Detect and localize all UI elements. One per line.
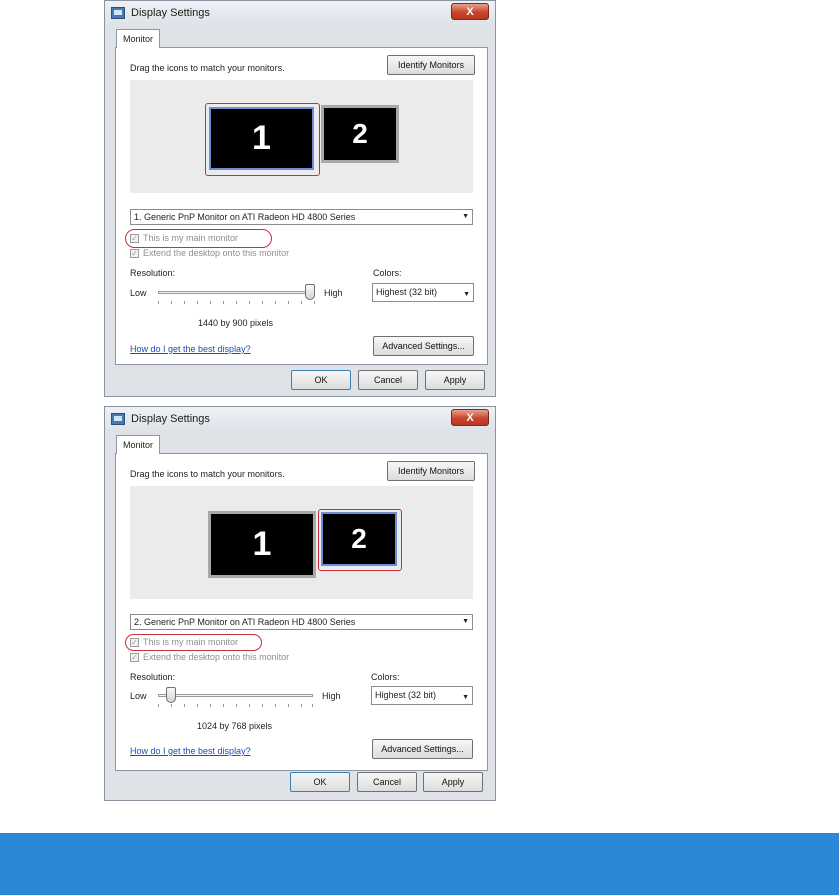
- resolution-slider-ticks: [158, 301, 315, 305]
- monitor-tab-panel: Drag the icons to match your monitors. I…: [115, 47, 488, 365]
- colors-select[interactable]: Highest (32 bit) ▼: [371, 686, 473, 705]
- colors-select-value: Highest (32 bit): [376, 287, 438, 297]
- footer-bar: [0, 833, 839, 895]
- ok-button[interactable]: OK: [290, 772, 350, 792]
- monitor-2-icon[interactable]: 2: [321, 105, 399, 163]
- colors-select-value: Highest (32 bit): [375, 690, 437, 700]
- best-display-help-link[interactable]: How do I get the best display?: [130, 746, 251, 756]
- main-monitor-checkbox[interactable]: ✓: [130, 234, 139, 243]
- extend-desktop-label: Extend the desktop onto this monitor: [143, 652, 290, 662]
- ok-button[interactable]: OK: [291, 370, 351, 390]
- resolution-slider-track[interactable]: [158, 291, 315, 294]
- resolution-low-label: Low: [130, 691, 147, 701]
- colors-label: Colors:: [371, 672, 400, 682]
- resolution-slider-ticks: [158, 704, 313, 708]
- resolution-slider-thumb[interactable]: [166, 687, 176, 703]
- cancel-button[interactable]: Cancel: [358, 370, 418, 390]
- identify-monitors-button[interactable]: Identify Monitors: [387, 461, 475, 481]
- close-button[interactable]: X: [451, 3, 489, 20]
- close-icon: X: [466, 6, 474, 18]
- tab-monitor[interactable]: Monitor: [116, 435, 161, 454]
- identify-monitors-button[interactable]: Identify Monitors: [387, 55, 475, 75]
- tab-monitor[interactable]: Monitor: [116, 29, 161, 48]
- colors-label: Colors:: [373, 268, 402, 278]
- apply-button[interactable]: Apply: [423, 772, 483, 792]
- checkmark-icon: ✓: [131, 249, 138, 258]
- resolution-slider-track[interactable]: [158, 694, 313, 697]
- checkmark-icon: ✓: [131, 653, 138, 662]
- window-title: Display Settings: [131, 7, 210, 19]
- extend-desktop-label: Extend the desktop onto this monitor: [143, 248, 290, 258]
- advanced-settings-button[interactable]: Advanced Settings...: [373, 336, 474, 356]
- dropdown-arrow-icon: ▼: [462, 694, 469, 701]
- best-display-help-link[interactable]: How do I get the best display?: [130, 344, 251, 354]
- apply-button[interactable]: Apply: [425, 370, 485, 390]
- main-monitor-label: This is my main monitor: [143, 637, 239, 647]
- cancel-button[interactable]: Cancel: [357, 772, 417, 792]
- monitor-2-icon[interactable]: 2: [321, 512, 397, 566]
- title-bar[interactable]: Display Settings X: [105, 1, 495, 27]
- display-settings-icon: [111, 7, 125, 19]
- main-monitor-label: This is my main monitor: [143, 233, 239, 243]
- resolution-value: 1024 by 768 pixels: [197, 721, 273, 731]
- dropdown-arrow-icon: ▼: [462, 213, 469, 220]
- main-monitor-checkbox[interactable]: ✓: [130, 638, 139, 647]
- monitor-arrangement-area[interactable]: 1 2: [130, 486, 473, 599]
- resolution-label: Resolution:: [130, 268, 176, 278]
- resolution-high-label: High: [324, 288, 343, 298]
- resolution-label: Resolution:: [130, 672, 176, 682]
- close-button[interactable]: X: [451, 409, 489, 426]
- resolution-slider-thumb[interactable]: [305, 284, 315, 300]
- resolution-high-label: High: [322, 691, 341, 701]
- display-settings-dialog-2: Display Settings X Monitor Drag the icon…: [104, 406, 496, 801]
- window-title: Display Settings: [131, 413, 210, 425]
- title-bar[interactable]: Display Settings X: [105, 407, 495, 433]
- monitor-tab-panel: Drag the icons to match your monitors. I…: [115, 453, 488, 771]
- display-settings-dialog-1: Display Settings X Monitor Drag the icon…: [104, 0, 496, 397]
- checkmark-icon: ✓: [131, 234, 138, 243]
- monitor-select[interactable]: 2. Generic PnP Monitor on ATI Radeon HD …: [130, 614, 473, 630]
- monitor-select[interactable]: 1. Generic PnP Monitor on ATI Radeon HD …: [130, 209, 473, 225]
- monitor-select-value: 2. Generic PnP Monitor on ATI Radeon HD …: [134, 617, 356, 627]
- colors-select[interactable]: Highest (32 bit) ▼: [372, 283, 474, 302]
- checkmark-icon: ✓: [131, 638, 138, 647]
- advanced-settings-button[interactable]: Advanced Settings...: [372, 739, 473, 759]
- display-settings-icon: [111, 413, 125, 425]
- monitor-arrangement-area[interactable]: 1 2: [130, 80, 473, 193]
- monitor-1-icon[interactable]: 1: [209, 107, 314, 170]
- dropdown-arrow-icon: ▼: [463, 291, 470, 298]
- resolution-value: 1440 by 900 pixels: [198, 318, 274, 328]
- close-icon: X: [466, 412, 474, 424]
- drag-instruction: Drag the icons to match your monitors.: [130, 469, 285, 479]
- drag-instruction: Drag the icons to match your monitors.: [130, 63, 285, 73]
- monitor-1-icon[interactable]: 1: [208, 511, 316, 578]
- monitor-select-value: 1. Generic PnP Monitor on ATI Radeon HD …: [134, 212, 356, 222]
- resolution-low-label: Low: [130, 288, 147, 298]
- extend-desktop-checkbox[interactable]: ✓: [130, 249, 139, 258]
- dropdown-arrow-icon: ▼: [462, 618, 469, 625]
- extend-desktop-checkbox[interactable]: ✓: [130, 653, 139, 662]
